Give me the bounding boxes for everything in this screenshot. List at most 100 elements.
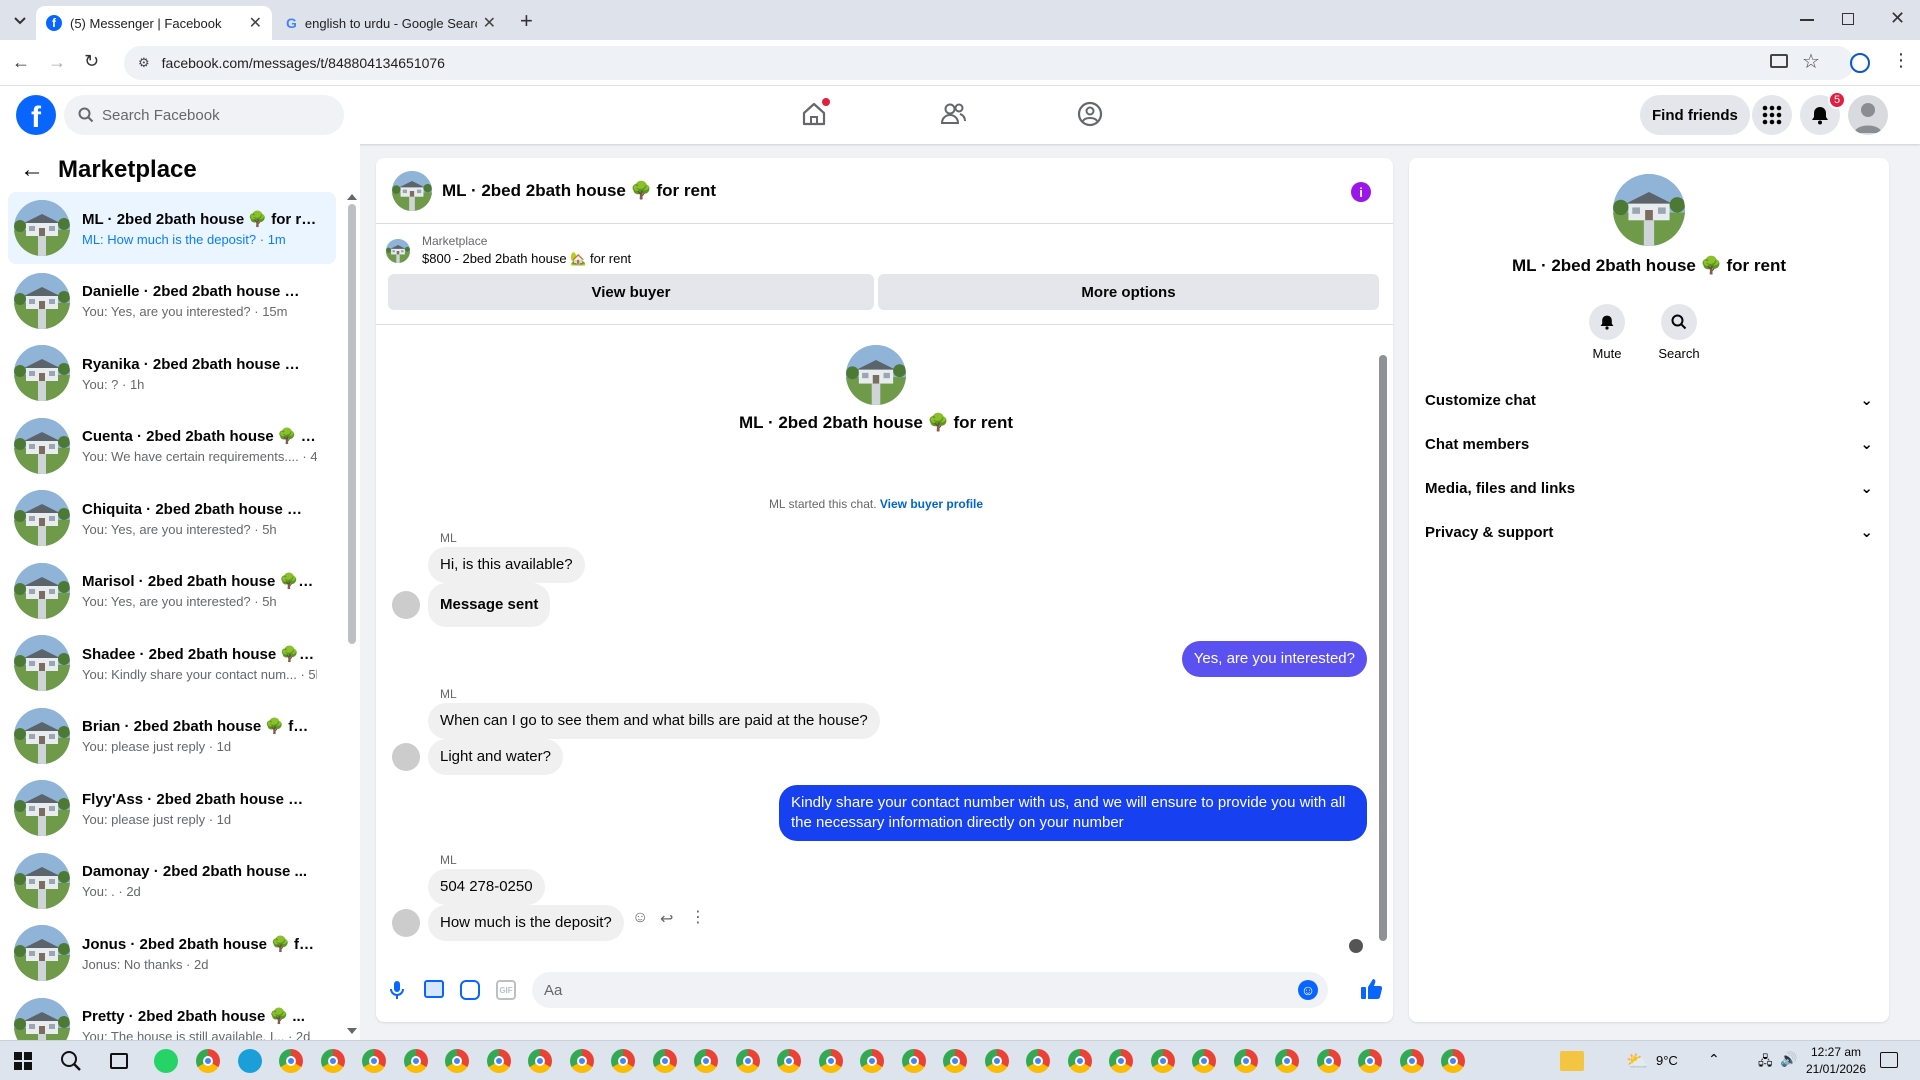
chrome-window-icon[interactable] — [445, 1049, 469, 1073]
url-bar[interactable]: ⚙ facebook.com/messages/t/84880413465107… — [124, 46, 1854, 80]
weather-icon[interactable]: ⛅ — [1626, 1051, 1648, 1072]
voice-clip-icon[interactable] — [390, 980, 404, 1000]
scroll-up-arrow[interactable] — [347, 194, 357, 200]
system-tray-chevron-icon[interactable]: ⌃ — [1708, 1051, 1720, 1068]
message-input[interactable]: Aa ☺ — [532, 972, 1328, 1008]
profile-icon[interactable] — [1850, 53, 1870, 73]
bookmark-star-icon[interactable]: ☆ — [1802, 49, 1820, 74]
view-buyer-profile-link[interactable]: View buyer profile — [880, 497, 983, 511]
chrome-window-icon[interactable] — [777, 1049, 801, 1073]
message-incoming[interactable]: How much is the deposit? — [428, 905, 624, 941]
tab-messenger[interactable]: f (5) Messenger | Facebook ✕ — [36, 6, 272, 40]
chat-members-section[interactable]: Chat members ⌄ — [1425, 422, 1873, 466]
conversation-item[interactable]: Shadee · 2bed 2bath house 🌳 f... You: Kin… — [8, 627, 336, 699]
back-arrow-icon[interactable]: ← — [20, 156, 44, 184]
chrome-window-icon[interactable] — [1275, 1049, 1299, 1073]
emoji-icon[interactable]: ☺ — [1298, 980, 1318, 1000]
file-explorer-icon[interactable] — [1560, 1051, 1584, 1071]
chrome-window-icon[interactable] — [1399, 1049, 1424, 1073]
conversation-item[interactable]: Chiquita · 2bed 2bath house 🌳 ... You: Ye… — [8, 482, 336, 554]
photo-icon[interactable] — [424, 980, 444, 998]
edge-icon[interactable] — [238, 1049, 262, 1073]
chrome-window-icon[interactable] — [196, 1049, 220, 1073]
view-buyer-button[interactable]: View buyer — [388, 274, 874, 310]
whatsapp-icon[interactable] — [154, 1049, 178, 1073]
thread-scrollbar[interactable] — [1379, 355, 1387, 941]
message-incoming[interactable]: Light and water? — [428, 739, 563, 775]
account-avatar[interactable] — [1848, 95, 1888, 135]
chrome-window-icon[interactable] — [1358, 1049, 1382, 1073]
notifications-button[interactable]: 5 — [1800, 91, 1846, 135]
chrome-window-icon[interactable] — [1233, 1049, 1258, 1073]
task-view-icon[interactable] — [110, 1053, 128, 1069]
chrome-window-icon[interactable] — [1067, 1049, 1092, 1073]
gif-icon[interactable]: GIF — [496, 980, 516, 1000]
conversation-item[interactable]: Flyy'Ass · 2bed 2bath house 🌳 f... You: p… — [8, 772, 336, 844]
find-friends-button[interactable]: Find friends — [1640, 95, 1750, 135]
like-thumb-icon[interactable] — [1360, 978, 1382, 1000]
minimize-button[interactable] — [1800, 19, 1814, 21]
conversation-item[interactable]: Brian · 2bed 2bath house 🌳 for ... You: p… — [8, 700, 336, 772]
friends-icon[interactable] — [939, 100, 967, 128]
chrome-window-icon[interactable] — [984, 1049, 1009, 1073]
install-app-icon[interactable] — [1770, 54, 1788, 68]
chrome-window-icon[interactable] — [943, 1049, 967, 1073]
tab-google-search[interactable]: G english to urdu - Google Search ✕ — [276, 6, 506, 40]
volume-icon[interactable]: 🔊 — [1780, 1051, 1797, 1068]
privacy-support-section[interactable]: Privacy & support ⌄ — [1425, 510, 1873, 554]
conversation-list-scrollbar[interactable] — [348, 204, 356, 644]
reply-icon[interactable]: ↩ — [660, 909, 673, 929]
chrome-window-icon[interactable] — [735, 1049, 760, 1073]
windows-start-icon[interactable] — [14, 1052, 32, 1070]
conversation-item[interactable]: Damonay · 2bed 2bath house ... You: . · 2… — [8, 845, 336, 917]
message-outgoing[interactable]: Kindly share your contact number with us… — [779, 785, 1367, 841]
forward-icon[interactable]: → — [48, 52, 66, 73]
conversation-item[interactable]: Ryanika · 2bed 2bath house 🌳 f... You: ? … — [8, 337, 336, 409]
new-tab-button[interactable]: + — [520, 8, 533, 34]
close-window-button[interactable]: ✕ — [1890, 8, 1905, 29]
notification-center-icon[interactable] — [1880, 1052, 1898, 1068]
chrome-window-icon[interactable] — [611, 1049, 635, 1073]
chrome-window-icon[interactable] — [901, 1049, 926, 1073]
home-icon[interactable] — [800, 98, 830, 128]
chrome-window-icon[interactable] — [1441, 1049, 1465, 1073]
media-files-links-section[interactable]: Media, files and links ⌄ — [1425, 466, 1873, 510]
message-incoming[interactable]: 504 278-0250 — [428, 869, 545, 905]
tab-list-button[interactable] — [10, 11, 30, 31]
conversation-item[interactable]: Danielle · 2bed 2bath house 🌳 ... You: Ye… — [8, 265, 336, 337]
chrome-window-icon[interactable] — [528, 1049, 552, 1073]
chrome-window-icon[interactable] — [486, 1049, 511, 1073]
listing-summary[interactable]: Marketplace $800 - 2bed 2bath house 🏡 fo… — [386, 234, 631, 267]
browser-menu-icon[interactable]: ⋮ — [1892, 50, 1910, 71]
chrome-window-icon[interactable] — [1316, 1049, 1341, 1073]
message-outgoing[interactable]: Yes, are you interested? — [1181, 641, 1367, 677]
search-facebook-input[interactable]: Search Facebook — [64, 95, 344, 135]
message-incoming[interactable]: Message sent — [428, 583, 551, 627]
more-actions-icon[interactable]: ⋮ — [690, 907, 706, 927]
chat-title[interactable]: ML · 2bed 2bath house 🌳 for rent — [442, 181, 716, 201]
customize-chat-section[interactable]: Customize chat ⌄ — [1425, 378, 1873, 422]
chrome-window-icon[interactable] — [569, 1049, 594, 1073]
network-icon[interactable]: 🖧 — [1758, 1052, 1773, 1074]
chat-avatar[interactable] — [392, 170, 432, 211]
taskbar-search-icon[interactable] — [60, 1050, 82, 1072]
search-in-conversation-button[interactable]: Search — [1649, 304, 1709, 361]
message-incoming[interactable]: Hi, is this available? — [428, 547, 585, 583]
more-options-button[interactable]: More options — [878, 274, 1379, 310]
scroll-down-arrow[interactable] — [347, 1028, 357, 1034]
clock[interactable]: 12:27 am 21/01/2026 — [1796, 1044, 1876, 1078]
chrome-window-icon[interactable] — [1150, 1049, 1175, 1073]
restore-button[interactable] — [1842, 13, 1854, 25]
facebook-logo-icon[interactable]: f — [16, 95, 56, 135]
chrome-window-icon[interactable] — [1109, 1049, 1133, 1073]
chrome-window-icon[interactable] — [362, 1049, 386, 1073]
site-info-icon[interactable]: ⚙ — [138, 55, 150, 71]
details-avatar[interactable] — [1613, 174, 1685, 246]
chrome-window-icon[interactable] — [1192, 1049, 1216, 1073]
mute-button[interactable]: Mute — [1577, 304, 1637, 361]
conversation-item[interactable]: ML · 2bed 2bath house 🌳 for re... ML: How… — [8, 192, 336, 264]
chrome-window-icon[interactable] — [320, 1049, 345, 1073]
message-incoming[interactable]: When can I go to see them and what bills… — [428, 703, 880, 739]
back-icon[interactable]: ← — [12, 52, 30, 73]
conversation-item[interactable]: Marisol · 2bed 2bath house 🌳 f... You: Ye… — [8, 555, 336, 627]
